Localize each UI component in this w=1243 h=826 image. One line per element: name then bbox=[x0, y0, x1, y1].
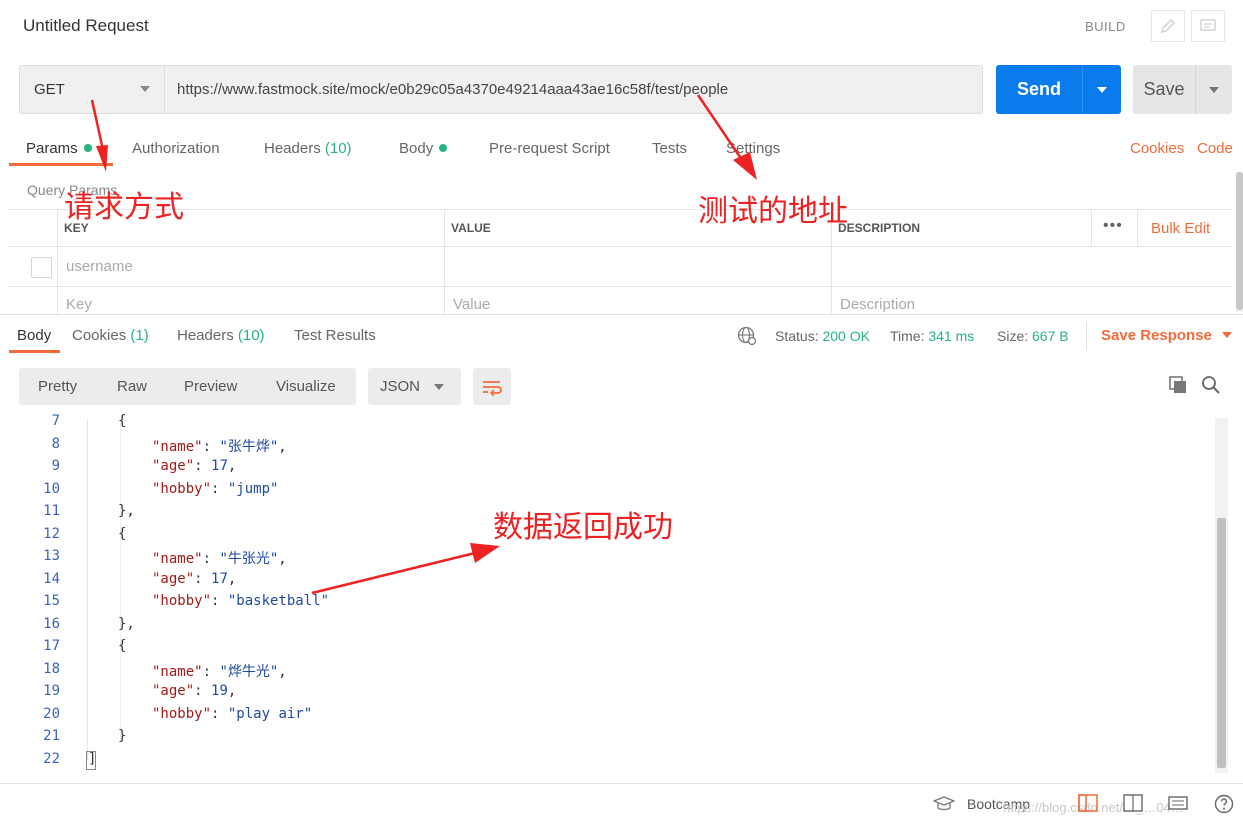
annotation-method: 请求方式 bbox=[64, 190, 184, 225]
annotation-arrows bbox=[90, 94, 757, 595]
annotation-url: 测试的地址 bbox=[698, 194, 848, 229]
annotation-arrow-url bbox=[696, 94, 757, 180]
annotation-data: 数据返回成功 bbox=[493, 510, 673, 545]
annotation-arrow-method bbox=[90, 99, 108, 172]
annotation-arrow-data bbox=[311, 543, 500, 595]
